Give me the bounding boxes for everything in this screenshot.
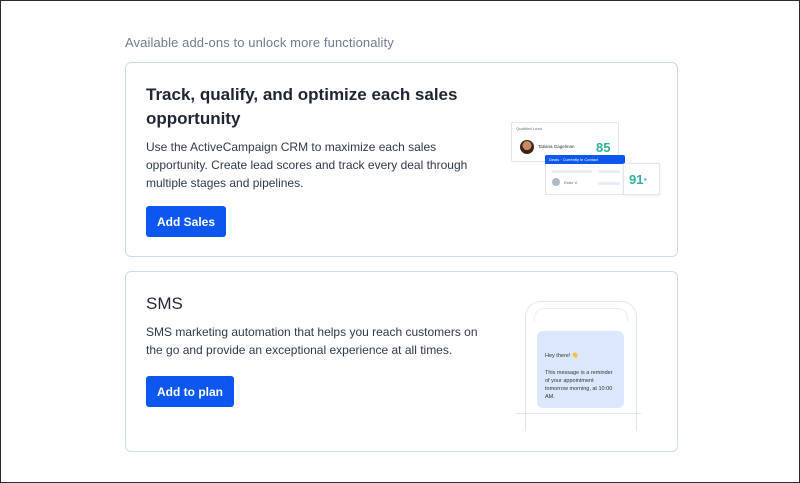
- deal-header-bar: Deals · Currently in Contact: [545, 155, 625, 164]
- addon-card-sms: SMS SMS marketing automation that helps …: [125, 271, 678, 452]
- placeholder-line: [598, 170, 620, 173]
- avatar: [552, 178, 560, 186]
- add-to-plan-button[interactable]: Add to plan: [146, 376, 234, 407]
- lead-name: Tatiana Gagelman: [538, 144, 575, 149]
- sales-card-description: Use the ActiveCampaign CRM to maximize e…: [146, 140, 468, 190]
- sms-message-bubble: Hey there! 👋 This message is a reminder …: [537, 331, 624, 408]
- addon-card-sales: Track, qualify, and optimize each sales …: [125, 62, 678, 257]
- phone-notch: [534, 308, 628, 322]
- sms-illustration: Hey there! 👋 This message is a reminder …: [516, 298, 646, 431]
- section-title: Available add-ons to unlock more functio…: [125, 35, 394, 50]
- avatar: [520, 140, 534, 154]
- divider: [516, 413, 641, 414]
- deal-score: 91·: [629, 172, 648, 187]
- sales-illustration: Qualified Lead Tatiana Gagelman 85 Deals…: [511, 119, 661, 199]
- sms-message: This message is a reminder of your appoi…: [545, 370, 613, 400]
- lead-label: Qualified Lead: [516, 126, 542, 131]
- deal-card: Deals · Currently in Contact Ester V.: [545, 155, 625, 195]
- placeholder-line: [552, 170, 592, 173]
- sms-card-description: SMS marketing automation that helps you …: [146, 325, 478, 357]
- deal-score-card: 91·: [623, 163, 660, 195]
- add-sales-button[interactable]: Add Sales: [146, 206, 227, 237]
- sms-greeting: Hey there! 👋: [545, 353, 579, 359]
- sales-card-title: Track, qualify, and optimize each sales …: [146, 85, 458, 128]
- deal-contact-name: Ester V.: [564, 180, 578, 185]
- sms-card-title: SMS: [146, 294, 183, 313]
- lead-score: 85: [596, 140, 611, 155]
- deal-header-label: Deals · Currently in Contact: [549, 157, 599, 162]
- placeholder-line: [598, 182, 620, 185]
